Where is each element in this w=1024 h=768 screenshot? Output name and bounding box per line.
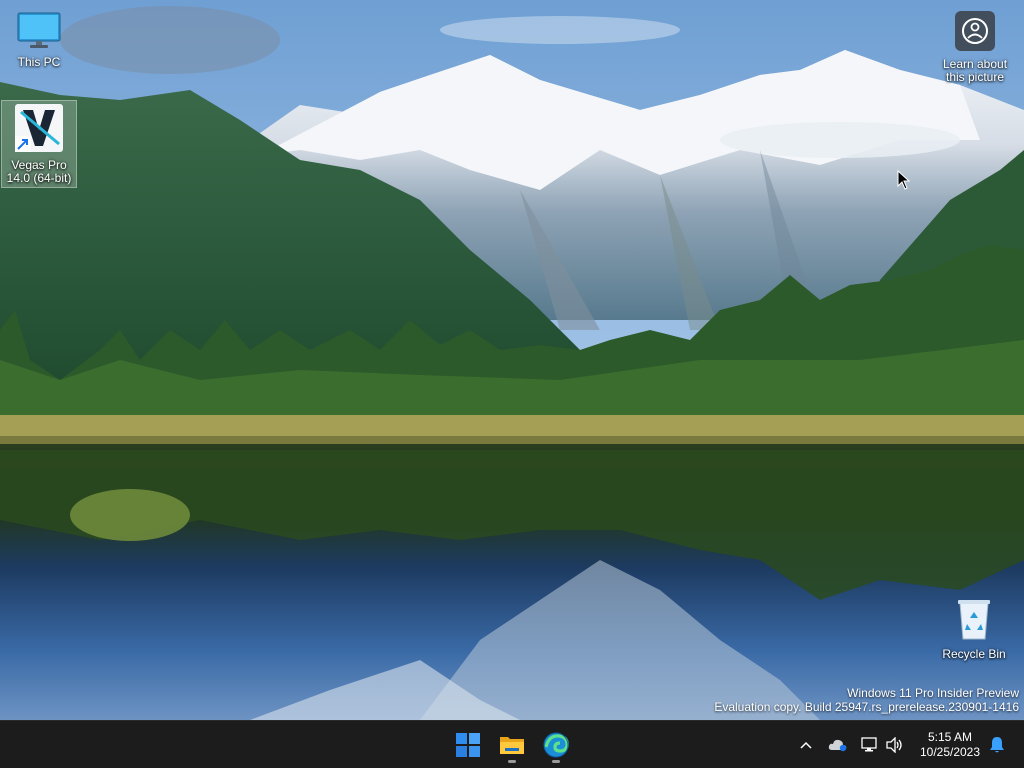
running-indicator [508, 760, 516, 763]
volume-tray-button[interactable] [884, 721, 906, 768]
recycle-bin-icon [936, 597, 1012, 644]
edge-icon [543, 732, 569, 758]
edge-browser-button[interactable] [536, 725, 576, 765]
notification-center-button[interactable] [987, 721, 1007, 768]
desktop-icon-learn-about-picture[interactable]: Learn about this picture [936, 8, 1014, 88]
onedrive-tray-button[interactable] [826, 721, 850, 768]
clock-button[interactable]: 5:15 AM 10/25/2023 [912, 721, 988, 768]
camera-info-icon [936, 11, 1014, 54]
monitor-icon [1, 11, 77, 52]
taskbar: 5:15 AM 10/25/2023 [0, 720, 1024, 768]
desktop-icon-recycle-bin[interactable]: Recycle Bin [936, 594, 1012, 664]
file-explorer-button[interactable] [492, 725, 532, 765]
vegas-pro-icon [2, 104, 76, 155]
show-hidden-icons-button[interactable] [796, 721, 816, 768]
volume-icon [886, 737, 902, 753]
windows-evaluation-watermark: Windows 11 Pro Insider Preview Evaluatio… [714, 686, 1019, 714]
desktop-icon-label: this picture [945, 70, 1005, 84]
desktop-icon-this-pc[interactable]: This PC [1, 8, 77, 76]
chevron-up-icon [800, 741, 812, 749]
folder-icon [500, 737, 524, 754]
clock-time: 5:15 AM [927, 730, 973, 744]
windows-logo-icon [456, 733, 480, 757]
watermark-build: Evaluation copy. Build 25947.rs_prerelea… [714, 700, 1019, 714]
desktop-wallpaper [0, 0, 1024, 720]
network-tray-button[interactable] [858, 721, 880, 768]
desktop-icon-vegas-pro[interactable]: Vegas Pro 14.0 (64-bit) [1, 100, 77, 188]
network-icon [861, 737, 877, 752]
mouse-cursor-icon [897, 170, 911, 190]
desktop-icon-label: 14.0 (64-bit) [6, 171, 72, 185]
watermark-edition: Windows 11 Pro Insider Preview [847, 686, 1019, 700]
onedrive-icon [828, 739, 847, 752]
desktop-icon-label: Recycle Bin [942, 647, 1006, 661]
desktop-icon-label: Learn about [942, 57, 1008, 71]
notification-bell-icon [990, 737, 1004, 753]
clock-date: 10/25/2023 [919, 745, 981, 759]
running-indicator [552, 760, 560, 763]
desktop-icon-label: Vegas Pro [11, 158, 67, 172]
desktop-icon-label: This PC [17, 55, 61, 69]
start-button[interactable] [448, 725, 488, 765]
